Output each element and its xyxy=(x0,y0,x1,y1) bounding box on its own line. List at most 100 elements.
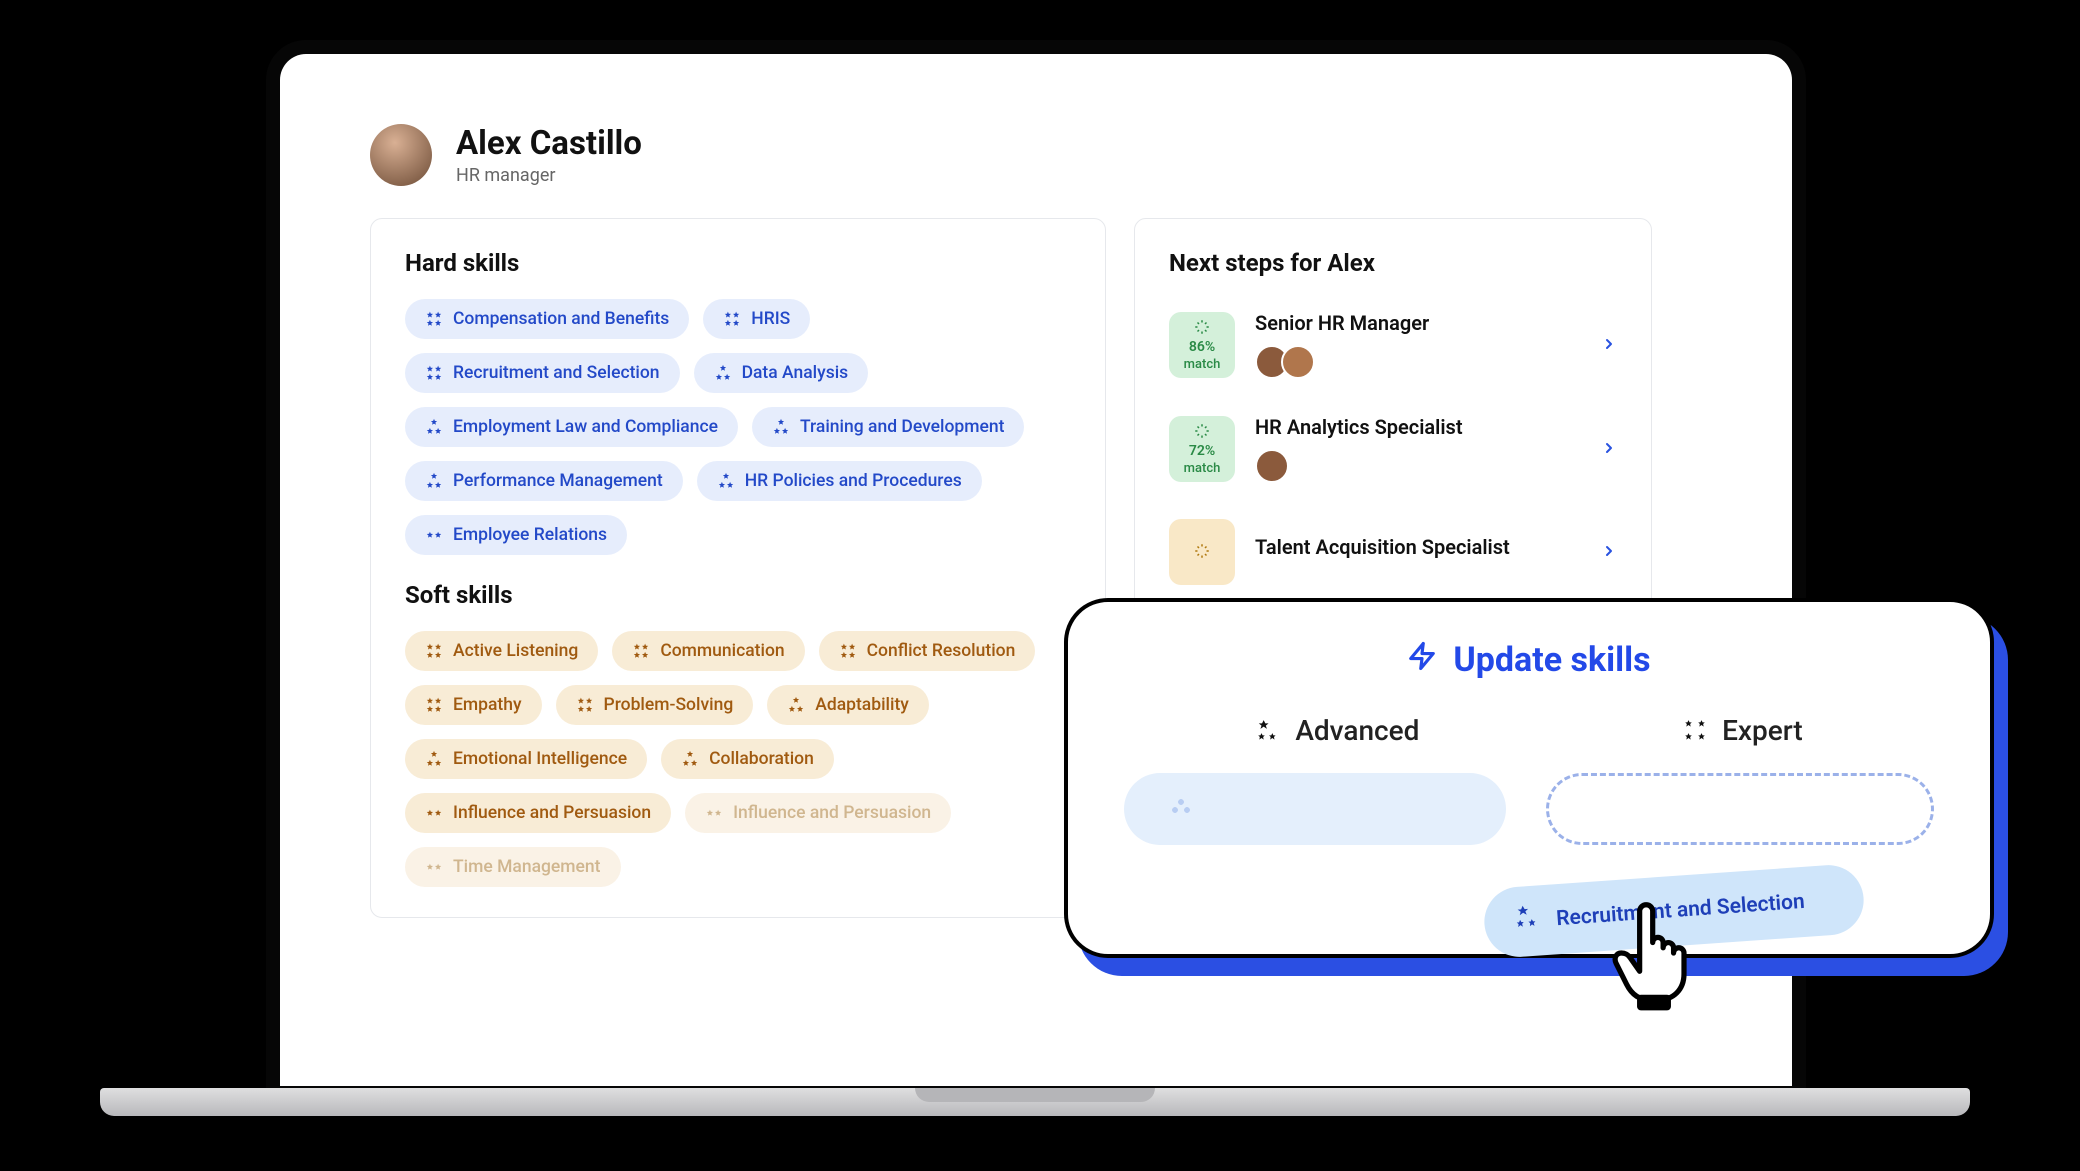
chip-label: Communication xyxy=(660,641,784,661)
skill-chip[interactable]: Time Management xyxy=(405,847,621,887)
profile-name: Alex Castillo xyxy=(456,124,642,163)
chip-label: Employment Law and Compliance xyxy=(453,417,718,437)
avatar xyxy=(1255,449,1289,483)
chip-label: Compensation and Benefits xyxy=(453,309,669,329)
soft-skills-title: Soft skills xyxy=(405,581,1071,609)
chip-label: Training and Development xyxy=(800,417,1004,437)
match-percent: 72% xyxy=(1189,444,1215,459)
skill-chip[interactable]: Collaboration xyxy=(661,739,834,779)
hard-skills-list: Compensation and Benefits HRIS Recruitment… xyxy=(405,299,1071,555)
step-title: Senior HR Manager xyxy=(1255,311,1581,335)
match-label: match xyxy=(1184,461,1221,476)
chip-label: Conflict Resolution xyxy=(867,641,1016,661)
match-badge: 86% match xyxy=(1169,312,1235,378)
stars-icon xyxy=(425,418,443,436)
stars-icon xyxy=(425,310,443,328)
sparkle-icon xyxy=(1193,542,1211,563)
match-badge: 72% match xyxy=(1169,416,1235,482)
skill-chip[interactable]: Emotional Intelligence xyxy=(405,739,647,779)
dropzone-expert[interactable] xyxy=(1546,773,1934,845)
match-percent: 86% xyxy=(1189,340,1215,355)
chevron-right-icon xyxy=(1601,540,1617,564)
chip-label: Employee Relations xyxy=(453,525,607,545)
chip-label: Problem-Solving xyxy=(604,695,734,715)
chip-label: Emotional Intelligence xyxy=(453,749,627,769)
stars-icon xyxy=(425,750,443,768)
chip-label: Collaboration xyxy=(709,749,814,769)
stars-icon xyxy=(1513,903,1543,939)
skill-chip[interactable]: Influence and Persuasion xyxy=(405,793,671,833)
laptop-base xyxy=(100,1088,1970,1116)
stars-expert-icon xyxy=(1682,718,1708,744)
chip-label: Recruitment and Selection xyxy=(453,363,660,383)
skill-chip[interactable]: Employee Relations xyxy=(405,515,627,555)
stars-icon xyxy=(772,418,790,436)
profile-role: HR manager xyxy=(456,165,642,186)
stars-icon xyxy=(425,858,443,876)
next-step-item[interactable]: 72%match HR Analytics Specialist xyxy=(1169,405,1617,509)
skill-chip[interactable]: HRIS xyxy=(703,299,810,339)
stars-icon xyxy=(425,642,443,660)
skills-card: Hard skills Compensation and Benefits HRI… xyxy=(370,218,1106,918)
step-title: Talent Acquisition Specialist xyxy=(1255,535,1581,559)
stars-icon xyxy=(839,642,857,660)
chevron-right-icon xyxy=(1601,333,1617,357)
stars-icon xyxy=(787,696,805,714)
chip-label: Empathy xyxy=(453,695,522,715)
chip-label: Data Analysis xyxy=(742,363,849,383)
skill-chip[interactable]: Problem-Solving xyxy=(556,685,754,725)
skill-chip[interactable]: Compensation and Benefits xyxy=(405,299,689,339)
chip-label: Time Management xyxy=(453,857,601,877)
stars-icon xyxy=(425,364,443,382)
chip-label: Performance Management xyxy=(453,471,663,491)
stars-icon xyxy=(681,750,699,768)
stars-icon xyxy=(425,696,443,714)
hard-skills-title: Hard skills xyxy=(405,249,1071,277)
skill-chip[interactable]: Influence and Persuasion xyxy=(685,793,951,833)
skill-chip[interactable]: Conflict Resolution xyxy=(819,631,1036,671)
skill-chip[interactable]: Employment Law and Compliance xyxy=(405,407,738,447)
chip-label: Active Listening xyxy=(453,641,578,661)
step-avatars xyxy=(1255,449,1581,483)
skill-chip[interactable]: HR Policies and Procedures xyxy=(697,461,982,501)
stars-icon xyxy=(425,804,443,822)
bolt-icon xyxy=(1407,640,1437,680)
profile-header: Alex Castillo HR manager xyxy=(370,124,1702,186)
chip-label: Influence and Persuasion xyxy=(453,803,651,823)
avatar xyxy=(370,124,432,186)
step-avatars xyxy=(1255,345,1581,379)
stars-icon xyxy=(717,472,735,490)
level-expert[interactable]: Expert xyxy=(1682,714,1803,747)
skill-chip[interactable]: Empathy xyxy=(405,685,542,725)
stars-icon xyxy=(425,526,443,544)
chip-label: Adaptability xyxy=(815,695,909,715)
stars-icon xyxy=(632,642,650,660)
skill-chip[interactable]: Recruitment and Selection xyxy=(405,353,680,393)
dropzone-advanced[interactable] xyxy=(1124,773,1506,845)
next-step-item[interactable]: Talent Acquisition Specialist xyxy=(1169,509,1617,611)
match-label: match xyxy=(1184,357,1221,372)
skill-chip[interactable]: Performance Management xyxy=(405,461,683,501)
stars-icon xyxy=(714,364,732,382)
next-step-item[interactable]: 86% match Senior HR Manager xyxy=(1169,301,1617,405)
modal-title: Update skills xyxy=(1124,640,1934,680)
skill-chip[interactable]: Training and Development xyxy=(752,407,1024,447)
chip-label: HRIS xyxy=(751,309,790,329)
chevron-right-icon xyxy=(1601,437,1617,461)
stars-icon xyxy=(576,696,594,714)
stars-icon xyxy=(705,804,723,822)
skill-chip[interactable]: Data Analysis xyxy=(694,353,869,393)
stars-icon xyxy=(425,472,443,490)
level-advanced[interactable]: Advanced xyxy=(1255,714,1419,747)
next-steps-title: Next steps for Alex xyxy=(1169,249,1617,277)
skill-chip[interactable]: Active Listening xyxy=(405,631,598,671)
chip-label: HR Policies and Procedures xyxy=(745,471,962,491)
sparkle-icon xyxy=(1193,422,1211,443)
soft-skills-list: Active Listening Communication Conflict Re… xyxy=(405,631,1071,887)
skill-chip[interactable]: Adaptability xyxy=(767,685,929,725)
stars-advanced-icon xyxy=(1255,718,1281,744)
chip-label: Influence and Persuasion xyxy=(733,803,931,823)
sparkle-icon xyxy=(1193,318,1211,339)
stars-icon xyxy=(723,310,741,328)
skill-chip[interactable]: Communication xyxy=(612,631,804,671)
